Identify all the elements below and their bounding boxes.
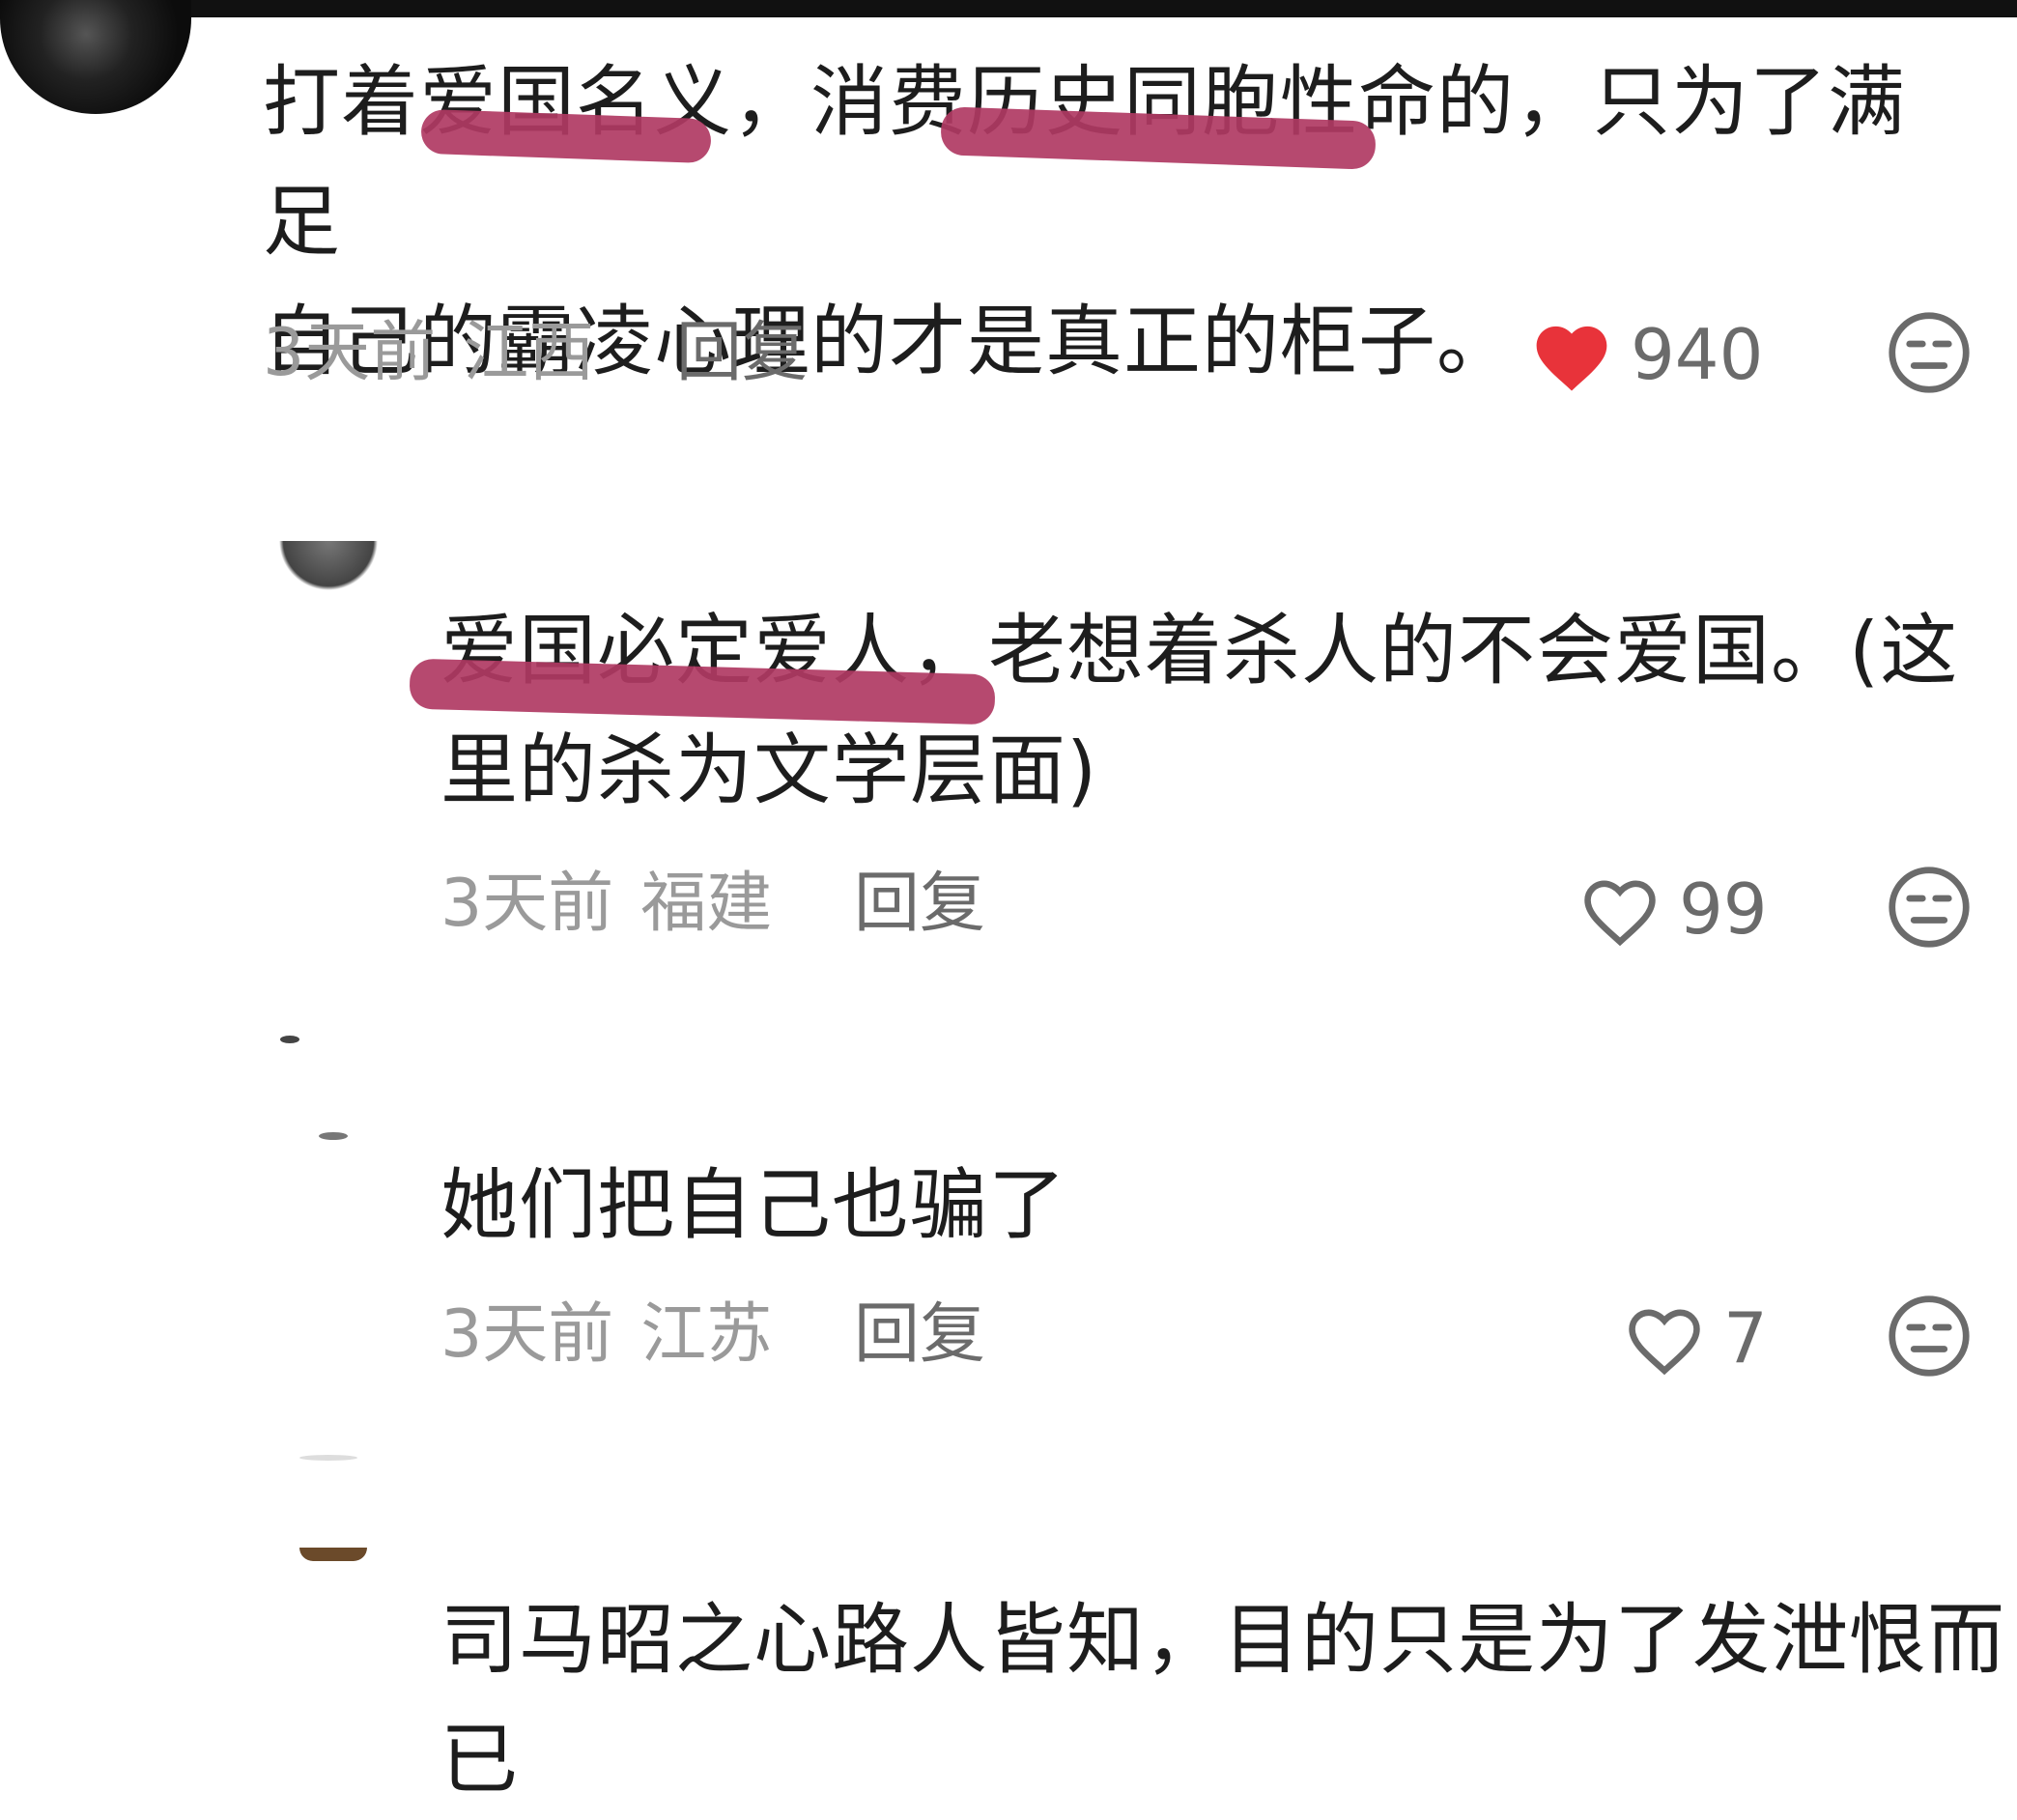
comment-meta: 3天前 江西 [263,315,594,392]
avatar-fragment [280,1036,299,1043]
comment-region: 江西 [463,315,595,391]
avatar-fragment [319,1132,348,1140]
avatar[interactable] [270,1024,386,1159]
like-button[interactable]: 99 [1577,866,1768,953]
comment-time: 3天前 [440,1296,614,1373]
heart-icon [1584,880,1656,947]
top-edge-bar [0,0,2017,17]
avatar[interactable] [270,541,386,599]
avatar-fragment [299,1548,367,1561]
heart-icon [1629,1309,1700,1376]
comment-time: 3天前 [440,866,614,942]
like-count: 940 [1631,314,1764,395]
comment-region: 福建 [640,866,773,942]
comment-text: 她们把自己也骗了 [440,1160,1066,1250]
like-button[interactable]: 940 [1528,311,1763,398]
reply-button[interactable]: 回复 [676,315,808,392]
avatar[interactable] [0,0,191,114]
comment-meta: 3天前 福建 [440,866,772,943]
meh-face-icon[interactable] [1886,864,1973,951]
heart-icon [1536,326,1607,391]
like-button[interactable]: 7 [1621,1294,1768,1381]
comment-meta: 3天前 江苏 [440,1296,772,1374]
like-count: 99 [1679,868,1768,950]
comment-text: 司马昭之心路人皆知，目的只是为了发泄恨而 已 [440,1595,2005,1805]
reply-button[interactable]: 回复 [854,866,985,943]
reply-button[interactable]: 回复 [854,1296,985,1374]
avatar-fragment [299,1455,357,1461]
comment-time: 3天前 [263,315,437,391]
meh-face-icon[interactable] [1886,309,1973,396]
avatar[interactable] [290,1449,386,1584]
comment-region: 江苏 [640,1296,773,1373]
like-count: 7 [1723,1297,1768,1379]
meh-face-icon[interactable] [1886,1293,1973,1379]
